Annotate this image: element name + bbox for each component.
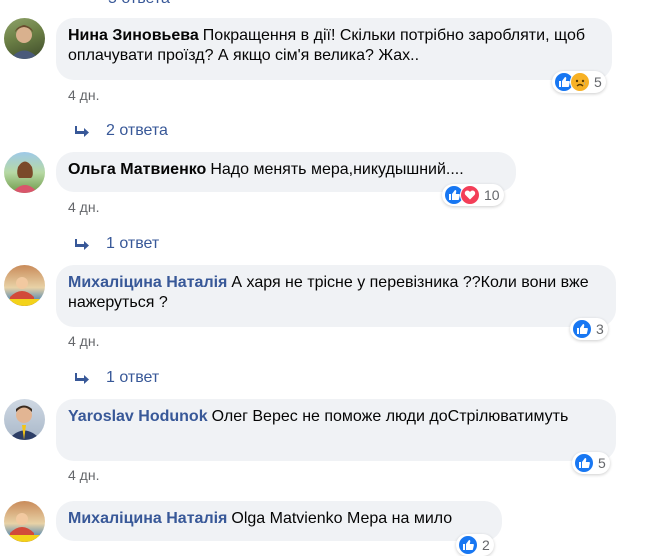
replies-count[interactable]: 1 ответ bbox=[106, 235, 159, 253]
avatar[interactable] bbox=[4, 265, 45, 306]
previous-replies-fragment[interactable]: 5 ответа bbox=[108, 0, 170, 8]
comment-author[interactable]: Нина Зиновьева bbox=[68, 27, 199, 44]
reply-arrow-icon bbox=[75, 239, 89, 250]
avatar-image bbox=[10, 25, 39, 59]
comment-timestamp[interactable]: 4 дн. bbox=[68, 87, 99, 103]
reaction-count: 10 bbox=[484, 187, 500, 203]
avatar[interactable] bbox=[4, 399, 45, 440]
comment-timestamp[interactable]: 4 дн. bbox=[68, 333, 99, 349]
avatar[interactable] bbox=[4, 18, 45, 59]
reaction-count: 2 bbox=[482, 537, 490, 553]
replies-count[interactable]: 2 ответа bbox=[106, 122, 168, 140]
view-replies-link[interactable]: 1 ответ bbox=[74, 235, 159, 253]
reactions-summary[interactable]: 3 bbox=[570, 318, 608, 340]
reply-arrow-icon bbox=[75, 126, 89, 137]
avatar-image bbox=[12, 161, 38, 193]
comment-text: Надо менять мера,никудышний.... bbox=[210, 161, 464, 178]
like-reaction-icon bbox=[574, 453, 594, 473]
comment-timestamp[interactable]: 4 дн. bbox=[68, 199, 99, 215]
comment-bubble: Михаліцина Наталія А харя не трісне у пер… bbox=[56, 265, 616, 327]
view-replies-link[interactable]: 1 ответ bbox=[74, 369, 159, 387]
reaction-count: 5 bbox=[598, 455, 606, 471]
sad-reaction-icon bbox=[570, 72, 590, 92]
comment-text: Олег Верес не поможе люди доСтрілюватиму… bbox=[211, 408, 569, 425]
reply-arrow-icon bbox=[75, 373, 89, 384]
like-reaction-icon bbox=[458, 535, 478, 555]
comment-author[interactable]: Михаліцина Наталія bbox=[68, 510, 227, 527]
reactions-summary[interactable]: 5 bbox=[572, 452, 610, 474]
avatar-image bbox=[4, 513, 45, 542]
view-replies-link[interactable]: 2 ответа bbox=[74, 122, 168, 140]
avatar-image bbox=[4, 277, 45, 306]
comment-bubble: Yaroslav Hodunok Олег Верес не поможе люд… bbox=[56, 399, 616, 461]
comment-author[interactable]: Михаліцина Наталія bbox=[68, 274, 227, 291]
comment-author[interactable]: Yaroslav Hodunok bbox=[68, 408, 208, 425]
avatar-image bbox=[8, 405, 41, 440]
reactions-summary[interactable]: 2 bbox=[456, 534, 494, 556]
comment-timestamp[interactable]: 4 дн. bbox=[68, 467, 99, 483]
like-reaction-icon bbox=[572, 319, 592, 339]
love-reaction-icon bbox=[460, 185, 480, 205]
comment-text: Olga Matvienko Мера на мило bbox=[231, 510, 453, 527]
reactions-summary[interactable]: 5 bbox=[552, 71, 606, 93]
comment-author[interactable]: Ольга Матвиенко bbox=[68, 161, 206, 178]
comment-bubble: Михаліцина Наталія Olga Matvienko Мера на… bbox=[56, 501, 502, 541]
reaction-count: 3 bbox=[596, 321, 604, 337]
avatar[interactable] bbox=[4, 152, 45, 193]
avatar[interactable] bbox=[4, 501, 45, 542]
reaction-count: 5 bbox=[594, 74, 602, 90]
replies-count[interactable]: 1 ответ bbox=[106, 369, 159, 387]
reactions-summary[interactable]: 10 bbox=[442, 184, 504, 206]
comment-bubble: Нина Зиновьева Покращення в дії! Скільки … bbox=[56, 18, 612, 80]
